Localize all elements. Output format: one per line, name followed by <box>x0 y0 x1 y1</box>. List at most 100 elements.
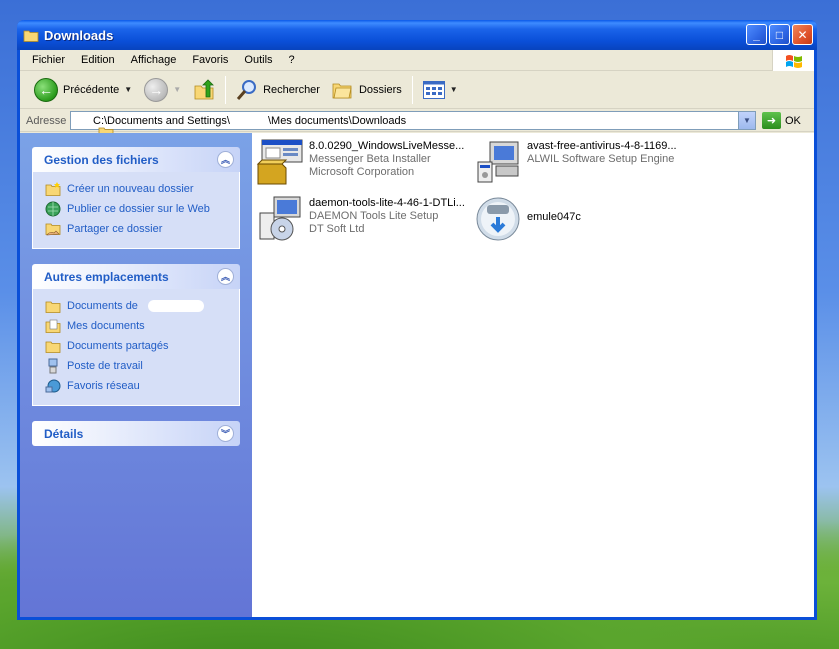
file-tasks-panel: Gestion des fichiers ︽ Créer un nouveau … <box>32 147 240 249</box>
search-button[interactable]: Rechercher <box>230 75 326 105</box>
menu-help[interactable]: ? <box>281 54 303 66</box>
menu-edition[interactable]: Edition <box>73 54 123 66</box>
file-company: DT Soft Ltd <box>309 223 365 235</box>
toolbar: ← Précédente ▼ → ▼ Rechercher Dossiers ▼ <box>20 71 814 109</box>
other-places-title: Autres emplacements <box>44 269 169 284</box>
new-folder-icon <box>45 181 61 197</box>
task-pane: Gestion des fichiers ︽ Créer un nouveau … <box>20 133 252 617</box>
folders-label: Dossiers <box>358 83 402 96</box>
other-places-header[interactable]: Autres emplacements ︽ <box>32 264 240 289</box>
close-button[interactable]: ✕ <box>792 24 813 45</box>
expand-icon[interactable]: ︾ <box>217 425 234 442</box>
file-description: Messenger Beta Installer <box>309 153 431 165</box>
redacted-username <box>147 300 204 312</box>
folders-button[interactable]: Dossiers <box>326 75 408 105</box>
chevron-down-icon[interactable]: ▼ <box>124 85 132 94</box>
title-bar[interactable]: Downloads _ □ ✕ <box>17 20 817 50</box>
place-label: Documents partagés <box>67 340 169 352</box>
file-item-daemon[interactable]: daemon-tools-lite-4-46-1-DTLi... DAEMON … <box>256 195 465 243</box>
file-item-emule[interactable]: emule047c <box>474 195 581 243</box>
details-header[interactable]: Détails ︾ <box>32 421 240 446</box>
task-label: Publier ce dossier sur le Web <box>67 203 210 215</box>
address-label: Adresse <box>26 114 67 127</box>
up-folder-button[interactable] <box>187 75 221 105</box>
computer-icon <box>45 358 61 374</box>
folders-icon <box>332 80 354 100</box>
file-name: 8.0.0290_WindowsLiveMesse... <box>309 140 465 152</box>
place-label: Poste de travail <box>67 360 143 372</box>
back-label: Précédente <box>63 83 120 96</box>
chevron-down-icon[interactable]: ▼ <box>450 85 458 94</box>
address-input[interactable]: C:\Documents and Settings\ \Mes document… <box>70 111 756 139</box>
task-share-folder[interactable]: Partager ce dossier <box>45 219 227 239</box>
other-places-panel: Autres emplacements ︽ Documents de Mes d… <box>32 264 240 406</box>
chevron-down-icon[interactable]: ▼ <box>173 85 181 94</box>
file-tasks-title: Gestion des fichiers <box>44 152 159 167</box>
explorer-window: Downloads _ □ ✕ Fichier Edition Affichag… <box>17 20 817 620</box>
menu-outils[interactable]: Outils <box>236 54 280 66</box>
views-button[interactable]: ▼ <box>417 75 464 105</box>
folder-icon <box>23 29 39 42</box>
menu-fichier[interactable]: Fichier <box>24 54 73 66</box>
file-name: emule047c <box>527 211 581 223</box>
address-path-part2: \Mes documents\Downloads <box>267 114 407 127</box>
menu-bar: Fichier Edition Affichage Favoris Outils… <box>20 50 814 71</box>
installer-icon <box>256 138 306 186</box>
file-name: avast-free-antivirus-4-8-1169... <box>527 140 677 152</box>
file-item-avast[interactable]: avast-free-antivirus-4-8-1169... ALWIL S… <box>474 138 677 186</box>
window-title: Downloads <box>44 27 114 43</box>
search-icon <box>236 79 258 101</box>
share-folder-icon <box>45 221 61 237</box>
forward-arrow-icon: → <box>144 77 169 102</box>
file-item-messenger[interactable]: 8.0.0290_WindowsLiveMesse... Messenger B… <box>256 138 464 186</box>
back-arrow-icon: ← <box>34 77 58 102</box>
place-shared-documents[interactable]: Documents partagés <box>45 336 227 356</box>
windows-logo-icon <box>772 50 814 71</box>
place-my-computer[interactable]: Poste de travail <box>45 356 227 376</box>
folder-icon <box>45 338 61 354</box>
place-my-documents[interactable]: Mes documents <box>45 316 227 336</box>
globe-icon <box>45 201 61 217</box>
toolbar-separator <box>225 75 227 104</box>
file-list: 8.0.0290_WindowsLiveMesse... Messenger B… <box>252 133 814 617</box>
file-tasks-header[interactable]: Gestion des fichiers ︽ <box>32 147 240 172</box>
search-label: Rechercher <box>263 83 320 96</box>
file-company: Microsoft Corporation <box>309 166 415 178</box>
file-name: daemon-tools-lite-4-46-1-DTLi... <box>309 197 465 209</box>
task-publish-web[interactable]: Publier ce dossier sur le Web <box>45 199 227 219</box>
maximize-button[interactable]: □ <box>769 24 790 45</box>
setup-computer-icon <box>474 138 524 186</box>
address-bar: Adresse C:\Documents and Settings\ \Mes … <box>20 110 814 139</box>
place-label: Mes documents <box>67 320 145 332</box>
file-description: DAEMON Tools Lite Setup <box>309 210 439 222</box>
views-icon <box>422 80 445 99</box>
go-button[interactable]: ➜ OK <box>762 112 801 129</box>
up-folder-icon <box>193 78 215 101</box>
toolbar-separator <box>411 75 413 104</box>
collapse-icon[interactable]: ︽ <box>217 151 234 168</box>
setup-disc-icon <box>256 195 306 243</box>
place-user-documents[interactable]: Documents de <box>45 296 227 316</box>
task-label: Créer un nouveau dossier <box>67 183 194 195</box>
emule-icon <box>474 195 524 243</box>
place-label: Documents de <box>67 300 138 312</box>
minimize-button[interactable]: _ <box>746 24 767 45</box>
details-title: Détails <box>44 426 84 441</box>
go-label: OK <box>785 114 801 127</box>
file-description: ALWIL Software Setup Engine <box>527 153 675 165</box>
my-documents-icon <box>45 318 61 334</box>
task-new-folder[interactable]: Créer un nouveau dossier <box>45 179 227 199</box>
details-panel: Détails ︾ <box>32 421 240 446</box>
menu-favoris[interactable]: Favoris <box>184 54 236 66</box>
menu-affichage[interactable]: Affichage <box>123 54 185 66</box>
address-dropdown-icon[interactable]: ▼ <box>738 112 755 129</box>
back-button[interactable]: ← Précédente ▼ <box>28 75 138 105</box>
folder-icon <box>45 298 61 314</box>
task-label: Partager ce dossier <box>67 223 163 235</box>
place-label: Favoris réseau <box>67 380 140 392</box>
network-icon <box>45 378 61 394</box>
collapse-icon[interactable]: ︽ <box>217 268 234 285</box>
place-network[interactable]: Favoris réseau <box>45 376 227 396</box>
forward-button[interactable]: → ▼ <box>138 75 187 105</box>
go-arrow-icon: ➜ <box>762 112 781 129</box>
